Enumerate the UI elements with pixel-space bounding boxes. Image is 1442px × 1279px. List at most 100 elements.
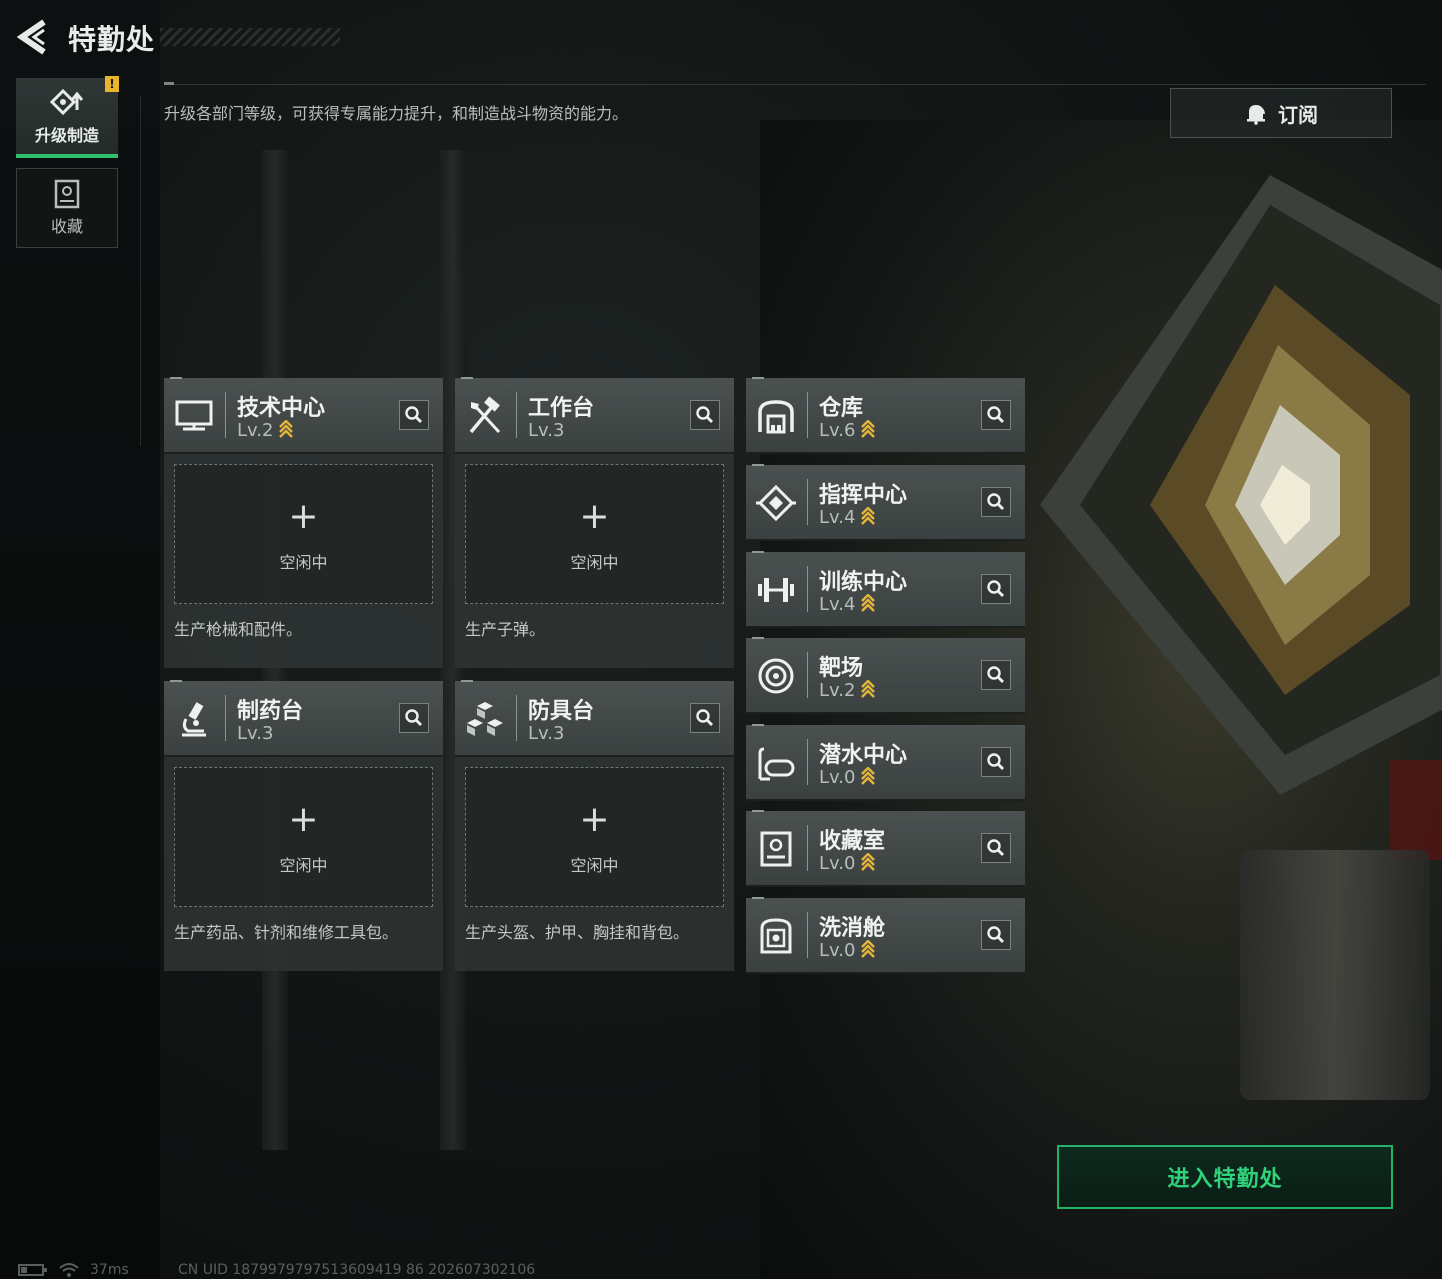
search-icon [405, 709, 422, 726]
header-separator [807, 392, 808, 438]
search-button[interactable] [690, 400, 720, 430]
title-decoration [160, 28, 340, 46]
enter-special-ops-button[interactable]: 进入特勤处 [1057, 1145, 1393, 1209]
microscope-icon [182, 702, 206, 737]
search-icon [987, 753, 1004, 770]
upgrade-chevron-icon [861, 680, 876, 698]
tab-collection-label: 收藏 [50, 217, 83, 236]
header-separator [807, 912, 808, 958]
search-button[interactable] [981, 920, 1011, 950]
tab-collection[interactable]: 收藏 [16, 168, 118, 248]
battery-icon [18, 1264, 47, 1276]
upgrade-chevron-icon [861, 594, 876, 612]
alert-badge: ! [105, 76, 119, 92]
page-title: 特勤处 [68, 23, 156, 56]
corner-tick [752, 724, 764, 726]
search-icon [696, 406, 713, 423]
search-button[interactable] [690, 703, 720, 733]
facility-name: 洗消舱 [819, 916, 886, 941]
command-icon [756, 484, 796, 522]
add-icon: + [579, 496, 610, 537]
upgrade-chevron-icon [861, 853, 876, 871]
facility-row-warehouse[interactable]: 仓库 Lv.6 [746, 377, 1025, 454]
facility-row-collection-room[interactable]: 收藏室 Lv.0 [746, 810, 1025, 887]
back-arrow-icon[interactable] [16, 18, 50, 56]
facility-level: Lv.6 [819, 420, 876, 441]
search-icon [696, 709, 713, 726]
search-button[interactable] [981, 660, 1011, 690]
tab-upgrade-craft-label: 升级制造 [34, 126, 99, 145]
facility-row-shooting-range[interactable]: 靶场 Lv.2 [746, 637, 1025, 714]
corner-tick [170, 680, 182, 682]
production-slot[interactable]: + 空闲中 [465, 767, 724, 907]
production-slot[interactable]: + 空闲中 [174, 767, 433, 907]
facility-row-training-center[interactable]: 训练中心 Lv.4 [746, 551, 1025, 628]
facility-name: 工作台 [528, 396, 595, 421]
search-button[interactable] [981, 487, 1011, 517]
facility-level: Lv.2 [819, 680, 876, 701]
facility-name: 训练中心 [819, 570, 908, 595]
header-divider [164, 84, 1426, 85]
corner-tick [752, 551, 764, 553]
search-button[interactable] [399, 703, 429, 733]
header-separator [807, 479, 808, 525]
facility-name: 防具台 [528, 699, 595, 724]
ping-value: 37ms [90, 1262, 129, 1278]
facility-description: 生产头盔、护甲、胸挂和背包。 [465, 923, 690, 942]
corner-tick [752, 897, 764, 899]
header-separator [807, 825, 808, 871]
upgrade-chevron-icon [279, 420, 294, 438]
facility-level: Lv.2 [237, 420, 294, 441]
facility-row-decontamination[interactable]: 洗消舱 Lv.0 [746, 897, 1025, 974]
facility-header[interactable]: 工作台 Lv.3 [455, 377, 734, 454]
facility-name: 技术中心 [237, 396, 326, 421]
facility-row-command-center[interactable]: 指挥中心 Lv.4 [746, 464, 1025, 541]
add-icon: + [288, 799, 319, 840]
search-button[interactable] [399, 400, 429, 430]
header-divider-tick [164, 82, 174, 85]
decontamination-icon [760, 918, 792, 954]
display-case-icon [760, 831, 792, 867]
facility-card-workbench: 工作台 Lv.3 + 空闲中 生产子弹。 [455, 377, 734, 668]
search-icon [405, 406, 422, 423]
search-button[interactable] [981, 400, 1011, 430]
facility-header[interactable]: 制药台 Lv.3 [164, 680, 443, 757]
search-button[interactable] [981, 747, 1011, 777]
header-separator [225, 392, 226, 438]
facility-level: Lv.3 [528, 723, 565, 744]
subscribe-label: 订阅 [1278, 102, 1318, 127]
search-icon [987, 926, 1004, 943]
enter-button-label: 进入特勤处 [1167, 1167, 1283, 1192]
warehouse-icon [758, 400, 794, 434]
tab-upgrade-craft[interactable]: 升级制造 ! [16, 76, 119, 158]
target-icon [758, 658, 794, 694]
subscribe-button[interactable]: 订阅 [1170, 88, 1392, 138]
facility-level: Lv.3 [528, 420, 565, 441]
upgrade-chevron-icon [861, 767, 876, 785]
side-divider [140, 96, 141, 446]
monitor-icon [175, 400, 213, 431]
corner-tick [170, 377, 182, 379]
header-separator [516, 695, 517, 741]
production-slot[interactable]: + 空闲中 [465, 464, 724, 604]
search-button[interactable] [981, 833, 1011, 863]
facility-level: Lv.0 [819, 853, 876, 874]
facility-header[interactable]: 技术中心 Lv.2 [164, 377, 443, 454]
corner-tick [461, 680, 473, 682]
bell-icon [1247, 105, 1265, 125]
search-button[interactable] [981, 574, 1011, 604]
slot-status: 空闲中 [570, 856, 619, 875]
facility-level: Lv.4 [819, 507, 876, 528]
facility-name: 制药台 [237, 699, 304, 724]
facility-level: Lv.0 [819, 940, 876, 961]
status-bar: 37ms [18, 1262, 129, 1278]
slot-status: 空闲中 [279, 553, 328, 572]
add-icon: + [288, 496, 319, 537]
production-slot[interactable]: + 空闲中 [174, 464, 433, 604]
facility-row-diving-center[interactable]: 潜水中心 Lv.0 [746, 724, 1025, 801]
header-separator [807, 566, 808, 612]
upgrade-chevron-icon [861, 940, 876, 958]
facility-header[interactable]: 防具台 Lv.3 [455, 680, 734, 757]
facility-name: 指挥中心 [819, 483, 908, 508]
search-icon [987, 493, 1004, 510]
